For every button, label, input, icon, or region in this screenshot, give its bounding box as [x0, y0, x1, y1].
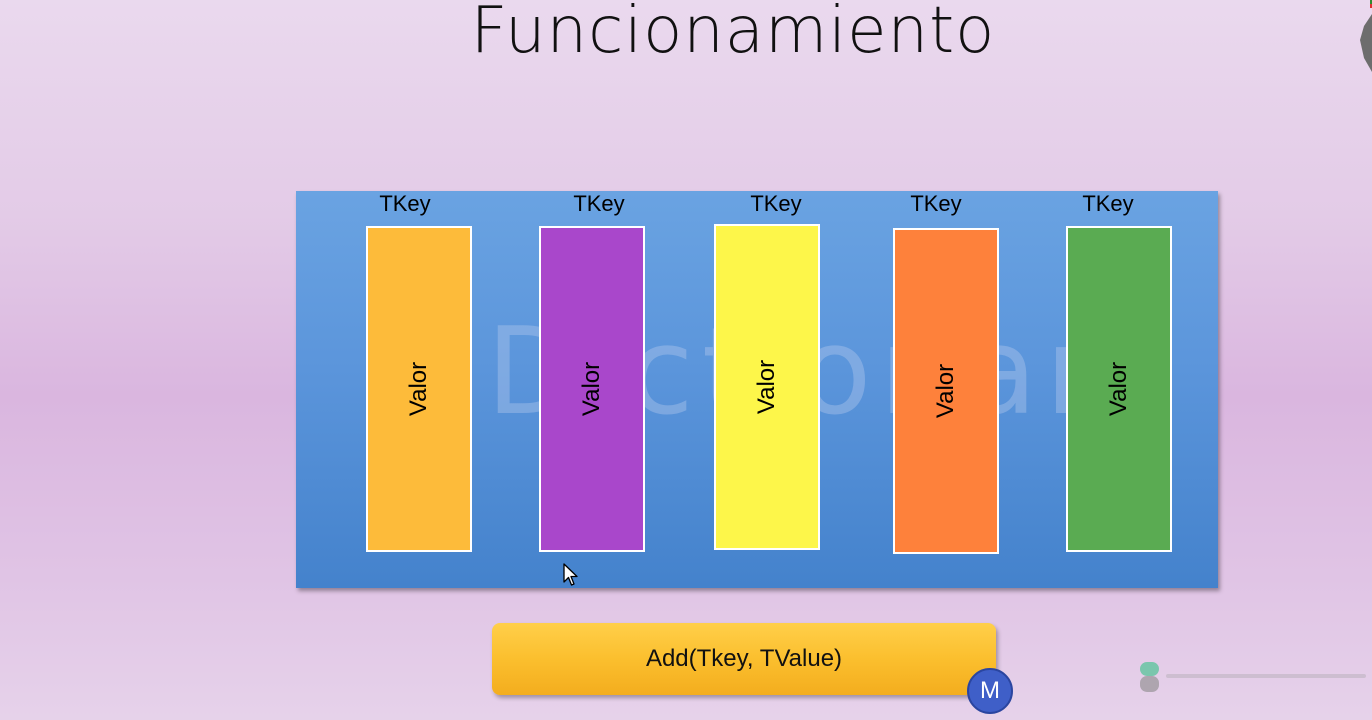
tkey-label-5: TKey — [1082, 191, 1134, 216]
corner-decoration-icon — [1360, 0, 1372, 72]
value-label-4: Valor — [932, 363, 959, 419]
value-bar-5: Valor — [1066, 226, 1172, 552]
dictionary-container: Dictionary TKey TKey TKey TKey TKey Valo… — [296, 191, 1218, 588]
value-bar-1: Valor — [366, 226, 472, 552]
mouse-pointer-icon — [563, 563, 578, 586]
value-label-2: Valor — [578, 361, 605, 417]
value-bar-4: Valor — [893, 228, 999, 554]
value-label-5: Valor — [1105, 361, 1132, 417]
value-bar-3: Valor — [714, 224, 820, 550]
value-label-1: Valor — [405, 361, 432, 417]
method-badge: M — [967, 668, 1013, 714]
add-method-button[interactable]: Add(Tkey, TValue) — [492, 623, 996, 695]
brand-logo-icon — [1140, 662, 1366, 692]
tkey-label-1: TKey — [379, 191, 431, 216]
tkey-label-4: TKey — [910, 191, 962, 216]
tkey-label-2: TKey — [573, 191, 625, 216]
slide-title: Funcionamiento — [470, 0, 996, 68]
value-bar-2: Valor — [539, 226, 645, 552]
tkey-label-3: TKey — [750, 191, 802, 216]
value-label-3: Valor — [753, 359, 780, 415]
